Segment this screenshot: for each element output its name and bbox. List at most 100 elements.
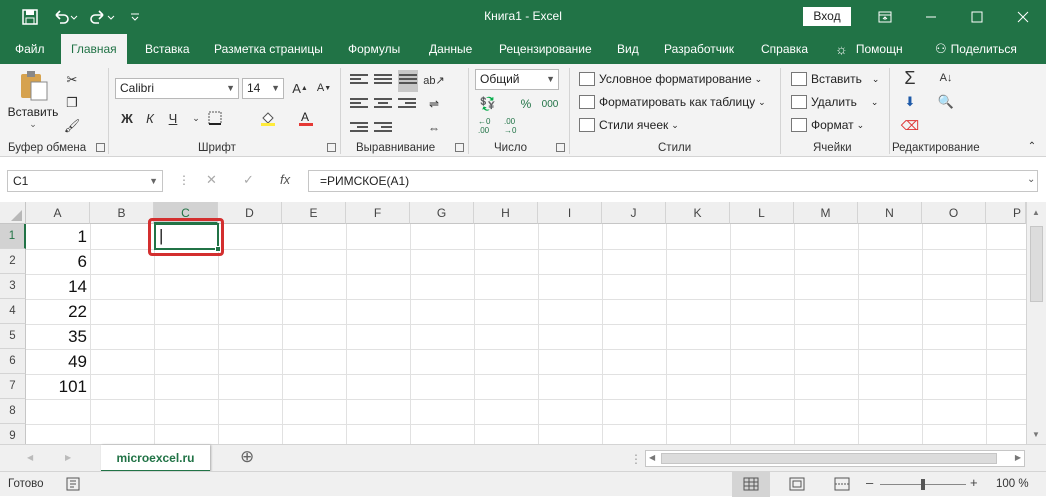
scroll-left-icon[interactable]: ◀ bbox=[649, 453, 655, 462]
save-icon[interactable] bbox=[18, 7, 42, 27]
scroll-thumb[interactable] bbox=[1030, 226, 1043, 302]
zoom-level[interactable]: 100 % bbox=[996, 478, 1029, 490]
cancel-icon[interactable]: ✕ bbox=[206, 172, 217, 188]
select-all-corner[interactable] bbox=[0, 202, 26, 224]
column-header[interactable]: A bbox=[26, 202, 90, 224]
options-dots-icon[interactable]: ⋮ bbox=[178, 173, 190, 187]
collapse-ribbon-icon[interactable]: ⌃ bbox=[1022, 136, 1042, 156]
column-header[interactable]: D bbox=[218, 202, 282, 224]
fill-color-icon[interactable] bbox=[258, 108, 278, 128]
tab-help[interactable]: Справка bbox=[761, 34, 808, 64]
align-middle-icon[interactable] bbox=[374, 74, 392, 88]
increase-decimal-button[interactable]: ←0 .00 bbox=[478, 116, 502, 136]
find-select-icon[interactable]: 🔍 bbox=[936, 92, 956, 112]
cell-A6[interactable]: 49 bbox=[26, 349, 90, 374]
customize-qat-icon[interactable] bbox=[128, 7, 142, 27]
paste-button[interactable]: Вставить ⌄ bbox=[8, 70, 58, 130]
undo-icon[interactable] bbox=[50, 7, 80, 27]
h-scroll-thumb[interactable] bbox=[661, 453, 997, 464]
alignment-launcher-icon[interactable] bbox=[455, 143, 464, 152]
copy-icon[interactable]: ❐ bbox=[62, 93, 82, 113]
row-header[interactable]: 3 bbox=[0, 274, 26, 299]
tell-me[interactable]: ☼ Помощн bbox=[835, 34, 903, 64]
clear-icon[interactable]: ⌫ bbox=[900, 116, 920, 136]
wrap-text-icon[interactable]: ⇌ bbox=[424, 94, 444, 114]
column-header[interactable]: H bbox=[474, 202, 538, 224]
row-header[interactable]: 4 bbox=[0, 299, 26, 324]
enter-icon[interactable]: ✓ bbox=[243, 172, 254, 188]
zoom-slider-thumb[interactable] bbox=[921, 479, 925, 490]
cell-A1[interactable]: 1 bbox=[26, 224, 90, 249]
column-header[interactable]: P bbox=[986, 202, 1026, 224]
cell-A3[interactable]: 14 bbox=[26, 274, 90, 299]
name-box[interactable]: C1 ▼ bbox=[7, 170, 163, 192]
font-launcher-icon[interactable] bbox=[327, 143, 336, 152]
horizontal-scrollbar[interactable]: ◀ ▶ bbox=[645, 450, 1025, 467]
worksheet-grid[interactable]: A B C D E F G H I J K L M N O P 1 2 3 4 … bbox=[0, 202, 1026, 444]
font-color-icon[interactable]: A bbox=[296, 108, 316, 128]
tab-home[interactable]: Главная bbox=[61, 34, 127, 64]
accessibility-icon[interactable] bbox=[66, 477, 80, 494]
minimize-icon[interactable] bbox=[908, 0, 954, 34]
zoom-in-button[interactable]: + bbox=[970, 475, 978, 490]
decrease-indent-icon[interactable] bbox=[350, 122, 368, 136]
close-icon[interactable] bbox=[1000, 0, 1046, 34]
font-size-select[interactable]: 14 ▼ bbox=[242, 78, 284, 99]
column-header[interactable]: L bbox=[730, 202, 794, 224]
zoom-slider[interactable] bbox=[880, 479, 966, 490]
tab-file[interactable]: Файл bbox=[15, 34, 45, 64]
format-as-table-button[interactable]: Форматировать как таблицу ⌄ bbox=[579, 95, 766, 109]
page-break-button[interactable] bbox=[823, 472, 861, 497]
column-header[interactable]: J bbox=[602, 202, 666, 224]
maximize-icon[interactable] bbox=[954, 0, 1000, 34]
tab-insert[interactable]: Вставка bbox=[145, 34, 190, 64]
number-format-select[interactable]: Общий ▼ bbox=[475, 69, 559, 90]
decrease-decimal-button[interactable]: .00 →0 bbox=[504, 116, 528, 136]
tab-view[interactable]: Вид bbox=[617, 34, 639, 64]
currency-icon[interactable]: 💱 bbox=[478, 94, 498, 114]
shrink-font-button[interactable]: A ▼ bbox=[314, 78, 334, 98]
align-center-icon[interactable] bbox=[374, 98, 392, 112]
redo-icon[interactable] bbox=[87, 7, 117, 27]
borders-icon[interactable] bbox=[205, 108, 225, 128]
normal-view-button[interactable] bbox=[732, 472, 770, 497]
column-header[interactable]: E bbox=[282, 202, 346, 224]
cut-icon[interactable]: ✂ bbox=[62, 70, 82, 90]
underline-button[interactable]: Ч bbox=[163, 108, 183, 128]
italic-button[interactable]: К bbox=[140, 108, 160, 128]
row-header[interactable]: 5 bbox=[0, 324, 26, 349]
prev-sheet-icon[interactable]: ◀ bbox=[27, 453, 33, 462]
ribbon-display-icon[interactable] bbox=[862, 0, 908, 34]
conditional-formatting-button[interactable]: Условное форматирование ⌄ bbox=[579, 72, 762, 86]
delete-cells-button[interactable]: Удалить ⌄ bbox=[791, 95, 878, 109]
merge-center-icon[interactable]: ⇔ bbox=[424, 118, 444, 138]
align-left-icon[interactable] bbox=[350, 98, 368, 112]
format-cells-button[interactable]: Формат ⌄ bbox=[791, 118, 864, 132]
tab-formulas[interactable]: Формулы bbox=[348, 34, 400, 64]
font-name-select[interactable]: Calibri ▼ bbox=[115, 78, 239, 99]
align-top-icon[interactable] bbox=[350, 74, 368, 88]
increase-indent-icon[interactable] bbox=[374, 122, 392, 136]
chevron-down-icon[interactable]: ⌄ bbox=[186, 108, 206, 128]
column-header[interactable]: F bbox=[346, 202, 410, 224]
row-header[interactable]: 2 bbox=[0, 249, 26, 274]
formula-input[interactable]: =РИМСКОЕ(A1) bbox=[308, 170, 1038, 192]
align-bottom-icon[interactable] bbox=[398, 70, 418, 92]
comma-button[interactable]: 000 bbox=[540, 94, 560, 114]
grow-font-button[interactable]: A ▲ bbox=[290, 78, 310, 98]
column-header[interactable]: G bbox=[410, 202, 474, 224]
cell-A2[interactable]: 6 bbox=[26, 249, 90, 274]
sort-filter-icon[interactable]: A↓ bbox=[936, 68, 956, 88]
scroll-up-icon[interactable]: ▲ bbox=[1032, 208, 1040, 217]
cell-A5[interactable]: 35 bbox=[26, 324, 90, 349]
add-sheet-icon[interactable]: ⊕ bbox=[240, 447, 254, 467]
signin-button[interactable]: Вход bbox=[803, 7, 851, 26]
clipboard-launcher-icon[interactable] bbox=[96, 143, 105, 152]
format-painter-icon[interactable]: 🖌 bbox=[62, 116, 82, 136]
row-header[interactable]: 9 bbox=[0, 424, 26, 444]
scroll-right-icon[interactable]: ▶ bbox=[1015, 453, 1021, 462]
scroll-down-icon[interactable]: ▼ bbox=[1032, 430, 1040, 439]
number-launcher-icon[interactable] bbox=[556, 143, 565, 152]
sheet-tab-active[interactable]: microexcel.ru bbox=[101, 445, 210, 472]
column-header[interactable]: N bbox=[858, 202, 922, 224]
